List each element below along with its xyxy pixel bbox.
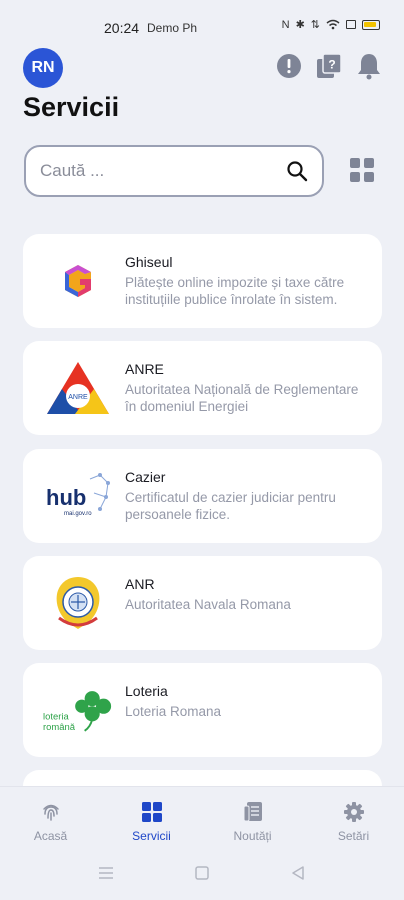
avatar[interactable]: RN	[23, 48, 63, 88]
nav-item-acasa[interactable]: Acasă	[0, 787, 101, 848]
menu-icon[interactable]	[98, 866, 114, 880]
search-placeholder: Caută ...	[40, 161, 105, 180]
service-description: Plătește online impozite și taxe către i…	[125, 275, 345, 307]
nav-label: Setări	[337, 829, 370, 843]
bluetooth-icon: ✱	[295, 19, 305, 31]
news-icon	[243, 802, 262, 822]
nav-item-setari[interactable]: Setări	[303, 787, 404, 848]
status-time: 20:24	[104, 20, 140, 36]
search-icon[interactable]	[286, 160, 308, 182]
anre-logo-text: ANRE	[68, 394, 88, 401]
back-icon[interactable]	[291, 866, 305, 880]
service-description: Autoritatea Națională de Reglementare în…	[125, 382, 359, 414]
nav-label: Noutăți	[233, 829, 272, 843]
nav-item-noutati[interactable]: Noutăți	[202, 787, 303, 848]
search-input[interactable]: Caută ...	[24, 145, 324, 197]
anr-emblem	[43, 570, 113, 636]
status-bar: 20:24 Demo Ph N ✱ ⇅	[0, 0, 404, 56]
svg-text:?: ?	[328, 58, 335, 72]
grid-cell	[350, 158, 360, 168]
screen-icon	[346, 20, 356, 29]
battery-icon	[362, 19, 380, 30]
grid-cell	[350, 172, 360, 182]
header-actions: ?	[276, 52, 382, 80]
service-title: Cazier	[125, 469, 166, 485]
home-icon[interactable]	[195, 866, 209, 880]
hub-logo-text: hub	[46, 485, 86, 510]
service-description: Autoritatea Navala Romana	[125, 597, 291, 612]
nav-label: Acasă	[33, 829, 68, 843]
ghiseul-logo	[43, 248, 113, 314]
fingerprint-icon	[42, 804, 59, 821]
grid-cell	[364, 158, 374, 168]
nav-label: Servicii	[132, 829, 171, 843]
gear-icon	[343, 802, 364, 822]
bottom-nav: Acasă Servicii Noutăți Setări	[0, 786, 404, 848]
grid-icon	[141, 802, 162, 822]
system-nav-bar	[0, 848, 404, 900]
service-title: Loteria	[125, 683, 168, 699]
page-title: Servicii	[23, 92, 120, 122]
grid-cell	[364, 172, 374, 182]
service-title: ANRE	[125, 361, 164, 377]
hub-logo: hub mai.gov.ro	[43, 463, 113, 529]
service-card-anr[interactable]: ANR Autoritatea Navala Romana	[23, 556, 382, 650]
nav-item-servicii[interactable]: Servicii	[101, 787, 202, 848]
hub-logo-subtext: mai.gov.ro	[64, 511, 92, 517]
loteria-logo-subtext: română	[43, 722, 76, 733]
grid-view-toggle[interactable]	[350, 158, 374, 182]
service-card-ghiseul[interactable]: Ghiseul Plătește online impozite și taxe…	[23, 234, 382, 328]
service-card-cazier[interactable]: hub mai.gov.ro Cazier Certificatul de ca…	[23, 449, 382, 543]
anre-logo: ANRE	[43, 355, 113, 421]
loteria-logo-text: loteria	[43, 711, 69, 722]
service-description: Loteria Romana	[125, 704, 222, 719]
status-icons: N ✱ ⇅	[282, 18, 380, 31]
loteria-logo: loteria română	[43, 677, 113, 743]
status-carrier: Demo Ph	[147, 21, 198, 35]
service-description: Certificatul de cazier judiciar pentru p…	[125, 490, 336, 522]
service-title: Ghiseul	[125, 254, 173, 270]
wifi-icon	[326, 19, 340, 30]
service-card-anre[interactable]: ANRE ANRE Autoritatea Națională de Regle…	[23, 341, 382, 435]
nfc-icon: N	[281, 18, 290, 31]
alert-icon[interactable]	[276, 52, 302, 80]
help-icon[interactable]: ?	[316, 52, 342, 80]
bell-icon[interactable]	[356, 52, 382, 80]
data-icon: ⇅	[310, 19, 320, 31]
service-card-loteria[interactable]: loteria română Loteria Loteria Romana	[23, 663, 382, 757]
service-title: ANR	[125, 576, 155, 592]
